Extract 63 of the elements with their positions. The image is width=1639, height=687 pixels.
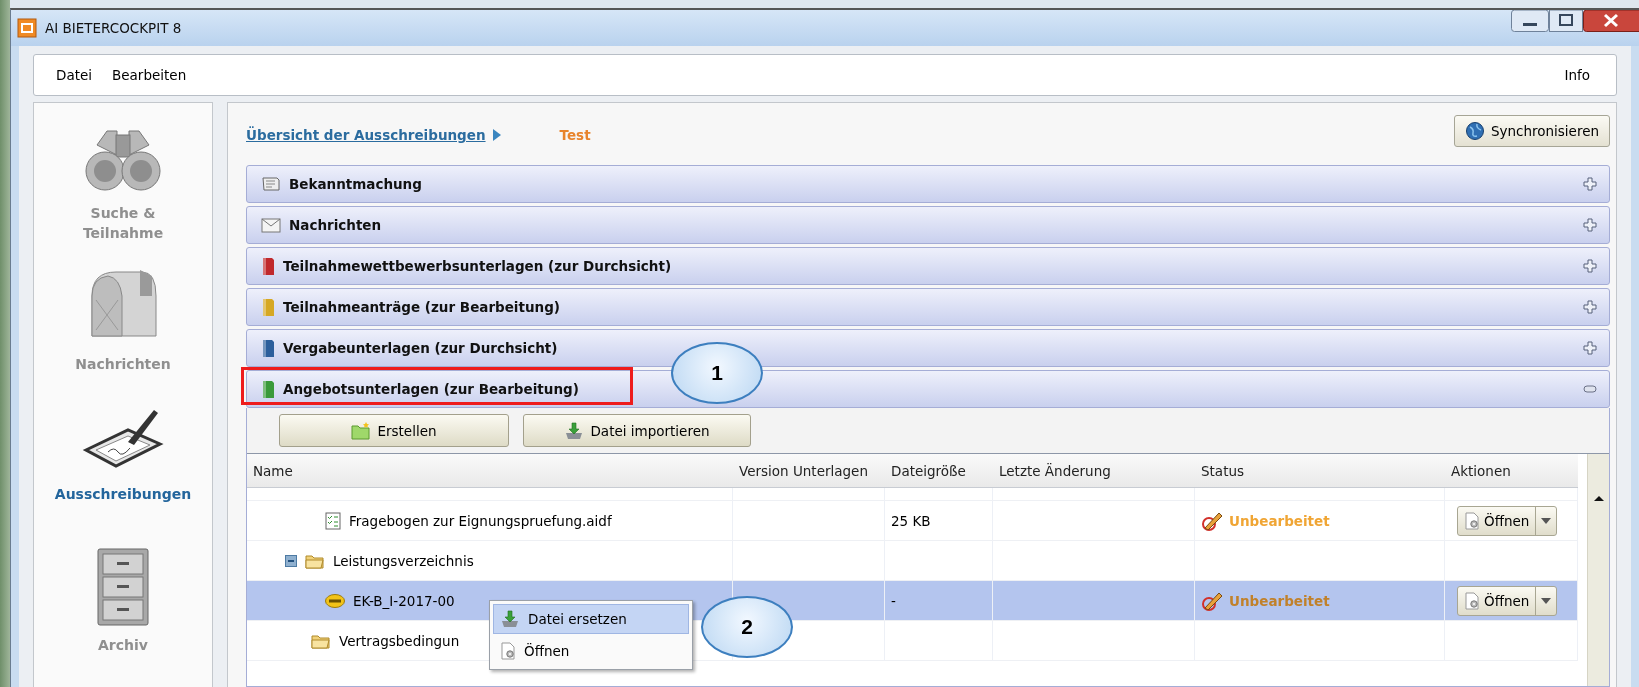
- section-header[interactable]: Teilnahmeanträge (zur Bearbeitung): [246, 288, 1610, 326]
- open-split-button[interactable]: Öffnen: [1457, 585, 1558, 616]
- expand-icon[interactable]: [1583, 341, 1597, 355]
- collapse-icon[interactable]: [285, 554, 297, 567]
- expand-icon[interactable]: [1583, 177, 1597, 191]
- open-split-button[interactable]: Öffnen: [1457, 505, 1558, 536]
- toolbar-button[interactable]: Erstellen: [279, 414, 509, 447]
- app-icon: [17, 18, 37, 38]
- section-header[interactable]: Bekanntmachung: [246, 165, 1610, 203]
- window-title: AI BIETERCOCKPIT 8: [45, 20, 183, 36]
- menu-item[interactable]: Öffnen: [493, 636, 689, 666]
- menu-item[interactable]: Datei ersetzen: [493, 604, 689, 634]
- folder-icon: [305, 552, 325, 569]
- file-name[interactable]: Fragebogen zur Eignungspruefung.aidf: [349, 512, 612, 529]
- sidebar-item[interactable]: Ausschreibungen: [54, 484, 192, 505]
- breadcrumb-current: Test: [559, 127, 591, 143]
- breadcrumb-link[interactable]: Übersicht der Ausschreibungen: [246, 127, 486, 143]
- menu-item[interactable]: Datei: [56, 67, 93, 83]
- document-gear-icon: [1464, 511, 1480, 530]
- file-size: -: [891, 592, 896, 609]
- new-folder-icon: [351, 421, 372, 440]
- triangle-right-icon: [491, 128, 502, 142]
- download-drive-icon: [500, 610, 520, 628]
- minimize-icon[interactable]: [1511, 10, 1549, 32]
- menu-item[interactable]: Bearbeiten: [112, 67, 187, 83]
- expand-icon[interactable]: [1583, 300, 1597, 314]
- caret-icon: [1540, 596, 1553, 605]
- globe-icon: [1464, 121, 1485, 141]
- toolbar-button[interactable]: Datei importieren: [523, 414, 751, 447]
- scrollbar[interactable]: [1587, 454, 1609, 686]
- column-header[interactable]: Dateigröße: [885, 454, 993, 488]
- file-name[interactable]: EK-B_I-2017-00: [353, 592, 455, 609]
- envelope-icon: [261, 217, 281, 233]
- section-header[interactable]: Vergabeunterlagen (zur Durchsicht): [246, 329, 1610, 367]
- file-name[interactable]: Leistungsverzeichnis: [333, 552, 474, 569]
- collapse-icon[interactable]: [1583, 382, 1597, 396]
- status-label: Unbearbeitet: [1229, 592, 1330, 609]
- column-header[interactable]: Name: [247, 454, 733, 488]
- column-header[interactable]: Letzte Änderung: [993, 454, 1195, 488]
- section-header[interactable]: Teilnahmewettbewerbsunterlagen (zur Durchsicht): [246, 247, 1610, 285]
- file-badge-icon: [325, 593, 345, 608]
- section-header[interactable]: Nachrichten: [246, 206, 1610, 244]
- folder-icon: [311, 632, 331, 649]
- pencil-icon: [1201, 590, 1225, 611]
- column-header[interactable]: Aktionen: [1445, 454, 1578, 488]
- status-label: Unbearbeitet: [1229, 512, 1330, 529]
- caret-icon: [1540, 516, 1553, 525]
- column-header[interactable]: Status: [1195, 454, 1445, 488]
- file-size: 25 KB: [891, 512, 931, 529]
- maximize-icon[interactable]: [1549, 10, 1583, 32]
- document-gear-icon: [1464, 591, 1480, 610]
- menu-item[interactable]: Info: [1564, 67, 1590, 83]
- sync-button[interactable]: Synchronisieren: [1453, 115, 1610, 147]
- checklist-icon: [325, 511, 341, 530]
- pencil-icon: [1201, 510, 1225, 531]
- document-gear-icon: [500, 642, 516, 660]
- expand-icon[interactable]: [1583, 218, 1597, 232]
- file-name[interactable]: Vertragsbedingun: [339, 632, 460, 649]
- column-header[interactable]: Version Unterlagen: [733, 454, 885, 488]
- download-drive-icon: [564, 421, 585, 440]
- newspaper-icon: [261, 176, 281, 192]
- expand-icon[interactable]: [1583, 259, 1597, 273]
- close-icon[interactable]: [1583, 10, 1639, 32]
